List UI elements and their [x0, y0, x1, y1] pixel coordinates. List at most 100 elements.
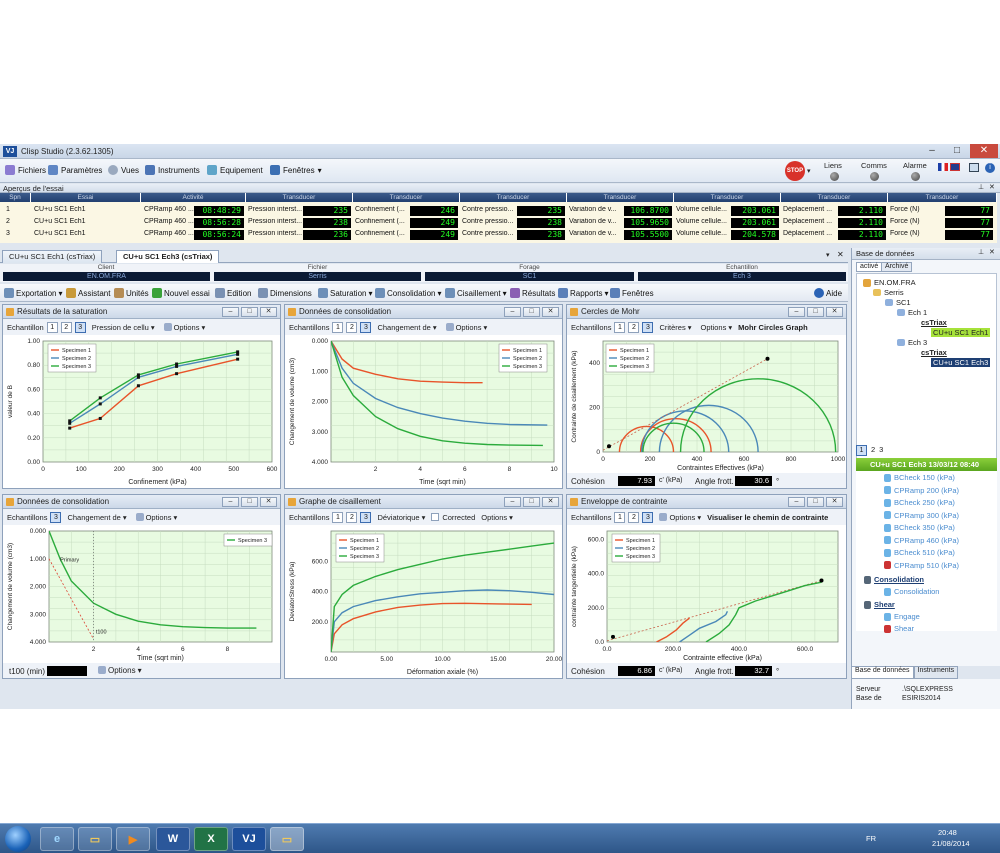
options-menu[interactable]: Options ▾	[98, 666, 142, 675]
close-icon[interactable]: ✕	[989, 248, 995, 256]
taskbar-media-icon[interactable]: ▶	[116, 827, 150, 851]
step-item[interactable]: BCheck 150 (kPa)	[884, 473, 955, 482]
pin-icon[interactable]: ⊥	[978, 183, 984, 191]
consolidation-group[interactable]: Consolidation	[864, 575, 924, 584]
tab-instruments[interactable]: Instruments	[913, 666, 959, 679]
engage-step[interactable]: Engage	[884, 612, 920, 621]
page-1-button[interactable]: 1	[856, 445, 867, 456]
panel-restore-button[interactable]: □	[241, 497, 258, 507]
flag-fr-icon[interactable]	[938, 163, 948, 171]
consolidation-menu[interactable]: Consolidation ▾	[375, 288, 442, 298]
help-button[interactable]: Aide	[814, 288, 842, 298]
options-menu[interactable]: Options ▾	[161, 322, 209, 333]
panel-minimize-button[interactable]: –	[222, 307, 239, 317]
shear-group[interactable]: Shear	[864, 600, 895, 609]
panel-minimize-button[interactable]: –	[788, 307, 805, 317]
close-icon[interactable]: ✕	[989, 183, 995, 191]
options-menu[interactable]: Options ▾	[443, 322, 491, 333]
windows-button[interactable]: Fenêtres	[610, 288, 654, 298]
specimen-3-button[interactable]: 3	[642, 511, 654, 523]
taskbar-ie-icon[interactable]: e	[40, 827, 74, 851]
minimize-button[interactable]: –	[920, 144, 944, 158]
saturation-menu[interactable]: Saturation ▾	[318, 288, 372, 298]
specimen-3-button[interactable]: 3	[50, 511, 62, 523]
specimen-3-button[interactable]: 3	[360, 511, 372, 523]
criteria-menu[interactable]: Critères ▾	[656, 322, 694, 333]
close-window-button[interactable]: ✕	[970, 144, 998, 158]
taskbar-clisp-icon[interactable]: VJ	[232, 827, 266, 851]
apercu-row[interactable]: 3 CU+u SC1 Ech1 CPRamp 460 ... 08:56:24 Pres…	[0, 229, 997, 241]
stop-button[interactable]: STOP	[785, 161, 805, 181]
corrected-checkbox[interactable]	[431, 513, 440, 521]
step-item[interactable]: CPRamp 200 (kPa)	[884, 486, 959, 495]
tree-ech1[interactable]: Ech 1	[897, 308, 927, 317]
taskbar-explorer-icon[interactable]: ▭	[78, 827, 112, 851]
new-test-button[interactable]: Nouvel essai	[152, 288, 210, 298]
volume-dropdown[interactable]: Changement de ▾	[374, 322, 439, 333]
panel-close-button[interactable]: ✕	[826, 497, 843, 507]
tree-cstriax-3[interactable]: csTriax	[921, 348, 947, 357]
step-item[interactable]: CPRamp 300 (kPa)	[884, 511, 959, 520]
specimen-3-button[interactable]: 3	[360, 321, 372, 333]
menu-fichiers[interactable]: Fichiers	[5, 165, 46, 175]
options-menu[interactable]: Options ▾	[133, 512, 181, 523]
tab-archive[interactable]: Archivé	[881, 262, 913, 272]
menu-instruments[interactable]: Instruments	[145, 165, 200, 175]
tree-file[interactable]: Serris	[873, 288, 904, 297]
specimen-3-button[interactable]: 3	[642, 321, 654, 333]
volume-dropdown[interactable]: Changement de ▾	[64, 512, 129, 523]
menu-parametres[interactable]: Paramètres	[48, 165, 102, 175]
page-2-button[interactable]: 2	[871, 445, 875, 456]
taskbar-word-icon[interactable]: W	[156, 827, 190, 851]
tree-forage[interactable]: SC1	[885, 298, 911, 307]
tab-ech1[interactable]: CU+u SC1 Ech1 (csTriax)	[2, 250, 103, 263]
assistant-button[interactable]: Assistant	[66, 288, 110, 298]
start-button[interactable]	[5, 826, 31, 852]
edit-button[interactable]: Edition	[215, 288, 251, 298]
deviator-dropdown[interactable]: Déviatorique ▾	[374, 512, 428, 523]
panel-minimize-button[interactable]: –	[222, 497, 239, 507]
stop-chevron-icon[interactable]: ▾	[807, 167, 811, 175]
tree-client[interactable]: EN.OM.FRA	[863, 278, 916, 287]
tree-test-ech1[interactable]: CU+u SC1 Ech1	[931, 328, 991, 337]
options-menu[interactable]: Options ▾	[478, 512, 516, 523]
panel-close-button[interactable]: ✕	[542, 497, 559, 507]
tree-test-ech3[interactable]: CU+u SC1 Ech3	[931, 358, 991, 367]
specimen-1-button[interactable]: 1	[614, 321, 626, 333]
panel-restore-button[interactable]: □	[523, 307, 540, 317]
language-indicator[interactable]: FR	[866, 834, 876, 843]
info-icon[interactable]: i	[985, 163, 995, 173]
specimen-2-button[interactable]: 2	[628, 321, 640, 333]
reports-menu[interactable]: Rapports ▾	[558, 288, 608, 298]
apercu-row[interactable]: 2 CU+u SC1 Ech1 CPRamp 460 ... 08:56:28 Pres…	[0, 217, 997, 229]
results-button[interactable]: Résultats	[510, 288, 555, 298]
panel-minimize-button[interactable]: –	[504, 497, 521, 507]
pin-icon[interactable]: ⊥	[978, 248, 984, 256]
options-menu[interactable]: Options ▾	[697, 322, 735, 333]
shear-step[interactable]: Shear	[884, 624, 914, 633]
maximize-button[interactable]: □	[945, 144, 969, 158]
specimen-3-button[interactable]: 3	[74, 321, 86, 333]
help-book-icon[interactable]	[969, 163, 979, 172]
page-3-button[interactable]: 3	[879, 445, 883, 456]
specimen-1-button[interactable]: 1	[332, 321, 344, 333]
specimen-1-button[interactable]: 1	[46, 321, 58, 333]
taskbar-excel-icon[interactable]: X	[194, 827, 228, 851]
options-menu[interactable]: Options ▾	[656, 512, 704, 523]
tab-database[interactable]: Base de données	[851, 666, 914, 679]
panel-restore-button[interactable]: □	[523, 497, 540, 507]
specimen-2-button[interactable]: 2	[346, 511, 358, 523]
menu-vues[interactable]: Vues	[108, 165, 139, 175]
pressure-dropdown[interactable]: Pression de cellu ▾	[89, 322, 158, 333]
specimen-1-button[interactable]: 1	[614, 511, 626, 523]
specimen-2-button[interactable]: 2	[346, 321, 358, 333]
panel-close-button[interactable]: ✕	[260, 307, 277, 317]
cisaillement-menu[interactable]: Cisaillement ▾	[445, 288, 507, 298]
panel-minimize-button[interactable]: –	[788, 497, 805, 507]
step-item[interactable]: CPRamp 510 (kPa)	[884, 561, 959, 570]
tab-active[interactable]: activé	[856, 262, 883, 272]
specimen-2-button[interactable]: 2	[60, 321, 72, 333]
tree-cstriax-1[interactable]: csTriax	[921, 318, 947, 327]
panel-restore-button[interactable]: □	[241, 307, 258, 317]
export-button[interactable]: Exportation ▾	[4, 288, 62, 298]
